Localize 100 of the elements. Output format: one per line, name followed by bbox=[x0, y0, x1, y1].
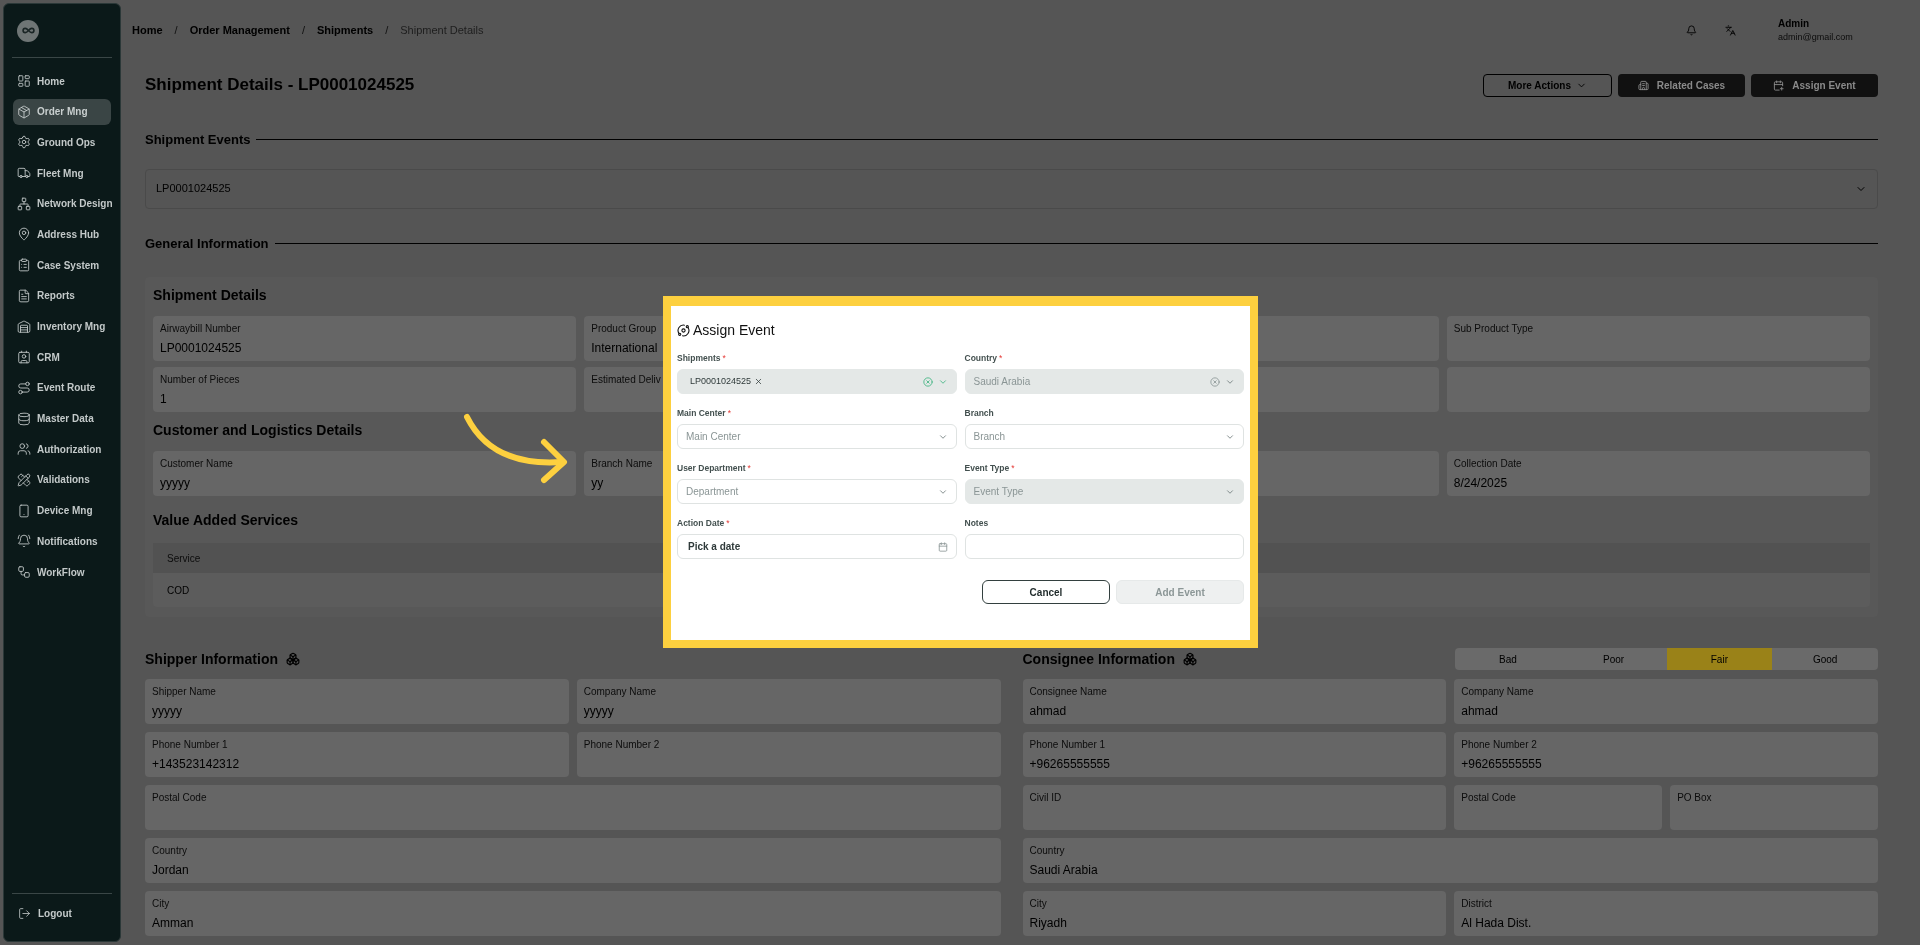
shipments-select[interactable]: LP0001024525 bbox=[677, 369, 957, 394]
section-title: General Information bbox=[145, 234, 269, 253]
field-label: Country bbox=[1029, 844, 1065, 858]
breadcrumb-separator: / bbox=[301, 22, 305, 38]
menu-icon bbox=[17, 380, 31, 395]
field-label: PO Box bbox=[1677, 791, 1712, 805]
sidebar-item[interactable]: Home bbox=[13, 68, 111, 94]
required-mark: * bbox=[1011, 461, 1015, 475]
menu-icon bbox=[17, 565, 31, 579]
related-cases-button[interactable]: Related Cases bbox=[1618, 73, 1745, 97]
sidebar-item[interactable]: Notifications bbox=[13, 528, 111, 555]
sidebar-item[interactable]: Event Route bbox=[13, 374, 111, 401]
cancel-button[interactable]: Cancel bbox=[982, 580, 1110, 604]
menu-icon bbox=[17, 411, 31, 426]
sidebar-item[interactable]: Fleet Mng bbox=[13, 160, 111, 187]
calendar-icon bbox=[1773, 79, 1785, 91]
field-value: Riyadh bbox=[1029, 915, 1067, 932]
user-name: Admin bbox=[1778, 16, 1810, 31]
logout-button[interactable]: Logout bbox=[18, 906, 106, 921]
required-mark: * bbox=[727, 406, 731, 420]
field-value: yyyyy bbox=[160, 475, 190, 492]
section-title: Shipment Events bbox=[145, 131, 251, 149]
field-label: Company Name bbox=[583, 685, 656, 699]
field-label: User Department bbox=[677, 461, 746, 475]
sidebar-item[interactable]: Validations bbox=[13, 466, 111, 493]
notification-icon[interactable] bbox=[1686, 24, 1697, 36]
translate-icon[interactable] bbox=[1725, 24, 1736, 36]
assign-event-button[interactable]: Assign Event bbox=[1751, 73, 1878, 97]
dialog-title: Assign Event bbox=[693, 321, 775, 340]
field-value: +96265555555 bbox=[1029, 756, 1110, 773]
field-label: Shipments bbox=[677, 351, 721, 365]
remove-icon[interactable] bbox=[754, 377, 764, 386]
field-label: Phone Number 1 bbox=[1029, 738, 1106, 752]
menu-icon bbox=[17, 74, 31, 88]
field-value: ahmad bbox=[1461, 703, 1498, 720]
field-value: 8/24/2025 bbox=[1453, 475, 1508, 492]
rating-option[interactable]: Bad bbox=[1455, 648, 1561, 670]
sidebar-item[interactable]: Order Mng bbox=[13, 98, 111, 125]
field-value: Saudi Arabia bbox=[1029, 862, 1098, 879]
date-picker[interactable]: Pick a date bbox=[677, 534, 957, 559]
field-value: Jordan bbox=[152, 862, 189, 879]
notes-field[interactable] bbox=[964, 534, 1244, 559]
logout-icon bbox=[18, 907, 31, 920]
sidebar-item[interactable]: Inventory Mng bbox=[13, 313, 111, 340]
sidebar-item[interactable]: Ground Ops bbox=[13, 129, 111, 156]
sidebar-item[interactable]: Device Mng bbox=[13, 497, 111, 524]
menu-icon bbox=[17, 258, 31, 273]
sidebar-item[interactable]: Master Data bbox=[13, 405, 111, 432]
building-icon bbox=[1637, 79, 1649, 91]
field-label: Product Group bbox=[591, 322, 657, 336]
field-label: Consignee Name bbox=[1029, 685, 1107, 699]
menu-icon bbox=[17, 135, 31, 150]
rating-option[interactable]: Good bbox=[1772, 648, 1878, 670]
field-value: +96265555555 bbox=[1461, 756, 1542, 773]
field-label: District bbox=[1461, 897, 1492, 911]
field-label: Phone Number 2 bbox=[583, 738, 660, 752]
section-title: Shipment Details bbox=[153, 286, 267, 305]
field-label: Customer Name bbox=[160, 457, 233, 471]
field-value: +143523142312 bbox=[152, 756, 240, 773]
menu-icon bbox=[17, 166, 31, 181]
menu-icon bbox=[17, 350, 31, 365]
clear-icon[interactable] bbox=[922, 376, 933, 387]
user-email: admin@gmail.com bbox=[1778, 30, 1853, 44]
section-title: Value Added Services bbox=[153, 511, 298, 530]
field-label: Action Date bbox=[677, 516, 725, 530]
field-label: Estimated Deliv bbox=[591, 373, 661, 387]
page-title: Shipment Details - LP0001024525 bbox=[145, 74, 415, 97]
required-mark: * bbox=[722, 351, 726, 365]
field-label: Country bbox=[152, 844, 187, 858]
table-cell-text: COD bbox=[166, 583, 191, 598]
required-mark: * bbox=[726, 516, 730, 530]
field-value: Amman bbox=[152, 915, 194, 932]
sidebar-item[interactable]: Authorization bbox=[13, 436, 111, 463]
menu-icon bbox=[17, 227, 31, 242]
field-label: City bbox=[1029, 897, 1047, 911]
menu-icon bbox=[17, 319, 31, 334]
breadcrumb-separator: / bbox=[385, 22, 389, 38]
field-value: Al Hada Dist. bbox=[1461, 915, 1532, 932]
field-label: Phone Number 2 bbox=[1461, 738, 1537, 752]
selected-chip[interactable]: LP0001024525 bbox=[690, 374, 764, 389]
field-value: yyyyy bbox=[152, 703, 182, 720]
field-label: Country bbox=[964, 351, 998, 365]
sidebar-item[interactable]: Address Hub bbox=[13, 221, 111, 248]
rating-option[interactable]: Fair bbox=[1666, 648, 1773, 670]
sidebar-item[interactable]: Reports bbox=[13, 282, 111, 309]
field-label: Number of Pieces bbox=[160, 373, 240, 387]
menu-icon bbox=[17, 288, 31, 303]
field-label: Sub Product Type bbox=[1453, 322, 1534, 336]
sidebar-item[interactable]: CRM bbox=[13, 344, 111, 371]
sidebar-item[interactable]: WorkFlow bbox=[13, 559, 111, 585]
field-value: International bbox=[591, 340, 658, 357]
sidebar-item[interactable]: Network Design bbox=[13, 190, 111, 217]
menu-icon bbox=[17, 472, 31, 487]
rating-option[interactable]: Poor bbox=[1560, 648, 1667, 670]
menu-icon bbox=[17, 104, 31, 119]
section-title: Consignee Information bbox=[1022, 649, 1175, 669]
field-value: ahmad bbox=[1029, 703, 1067, 720]
field-label: Civil ID bbox=[1029, 791, 1062, 805]
sidebar-item[interactable]: Case System bbox=[13, 252, 111, 279]
field-label: Company Name bbox=[1461, 685, 1534, 699]
